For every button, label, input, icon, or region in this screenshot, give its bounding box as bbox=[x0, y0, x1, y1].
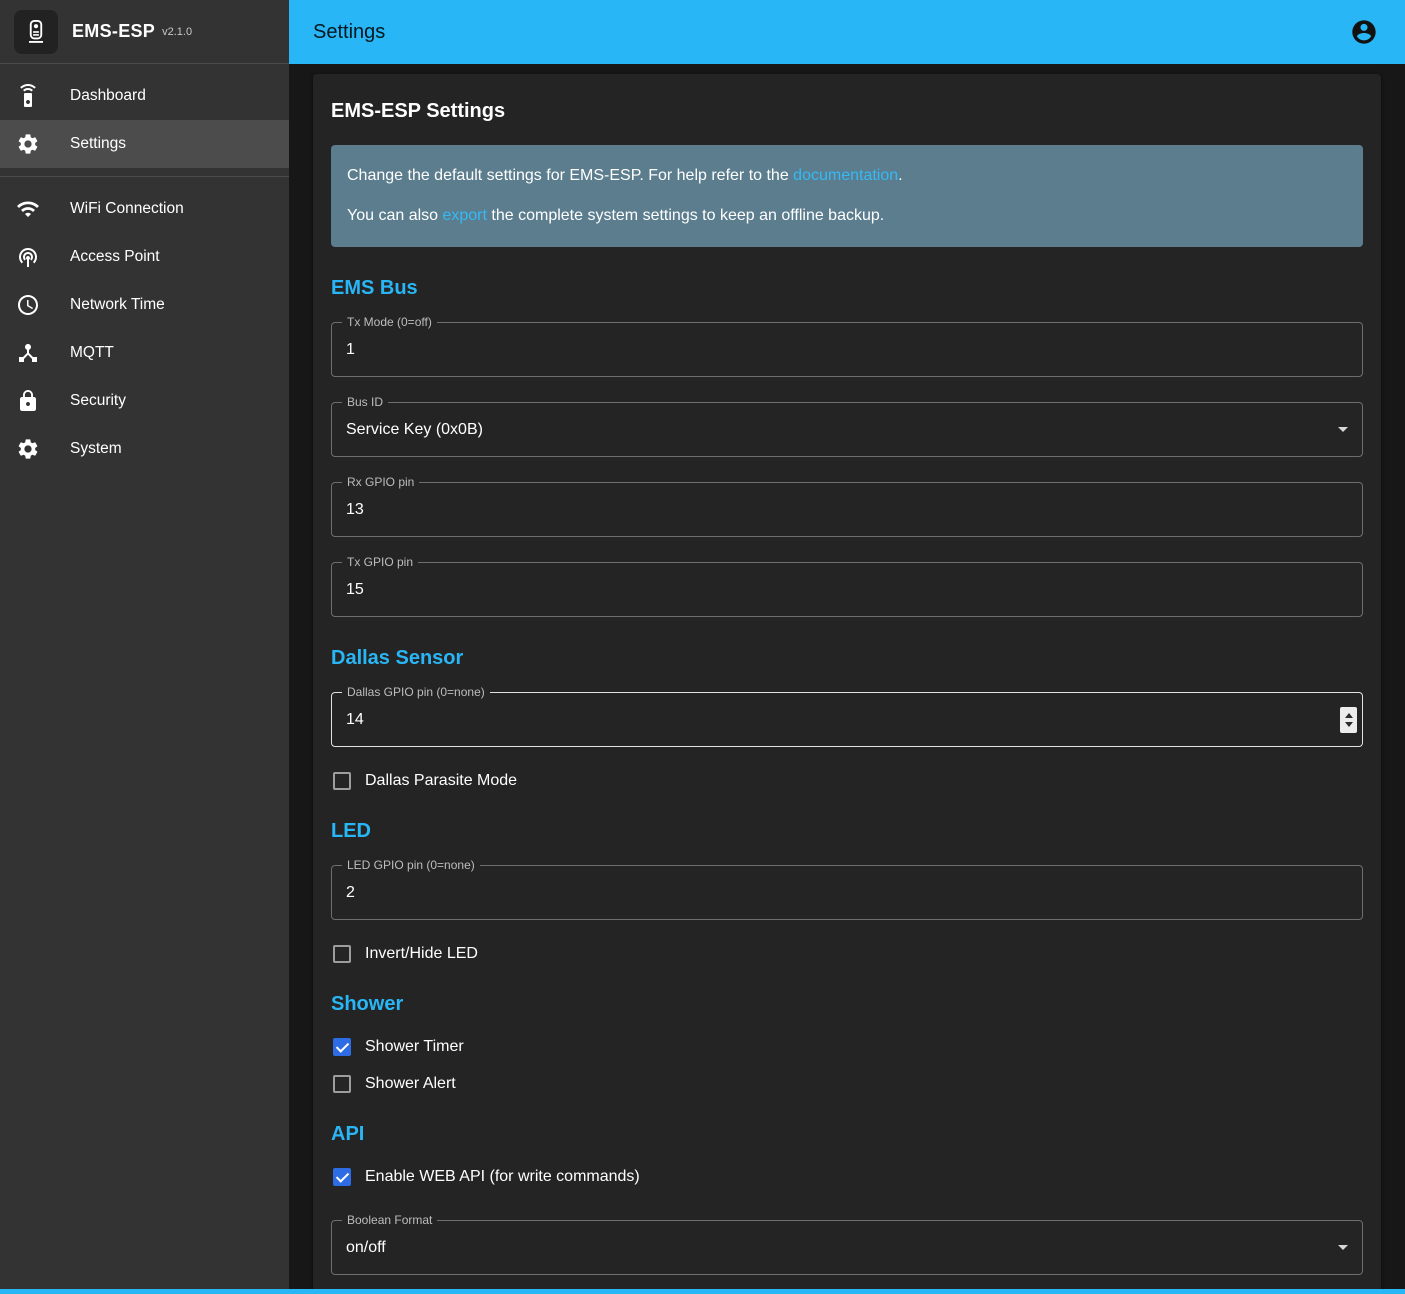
sidebar-item-label: WiFi Connection bbox=[70, 200, 184, 218]
tx-gpio-input[interactable] bbox=[332, 563, 1362, 616]
sidebar-item-mqtt[interactable]: MQTT bbox=[0, 329, 289, 377]
sidebar-item-label: Security bbox=[70, 392, 126, 410]
clock-icon bbox=[16, 293, 40, 317]
sidebar-nav: Dashboard Settings WiFi Connection A bbox=[0, 64, 289, 481]
card-title: EMS-ESP Settings bbox=[331, 100, 1363, 123]
dallas-gpio-input[interactable] bbox=[332, 693, 1362, 746]
export-link[interactable]: export bbox=[442, 207, 486, 224]
field-label: Bus ID bbox=[342, 395, 388, 409]
field-label: LED GPIO pin (0=none) bbox=[342, 858, 480, 872]
invert-led-row: Invert/Hide LED bbox=[331, 945, 1363, 963]
wifi-tethering-icon bbox=[16, 245, 40, 269]
sidebar-item-system[interactable]: System bbox=[0, 425, 289, 473]
info-line-1: Change the default settings for EMS-ESP.… bbox=[347, 164, 1347, 188]
account-circle-icon bbox=[1350, 18, 1378, 46]
dallas-gpio-field: Dallas GPIO pin (0=none) bbox=[331, 692, 1363, 747]
content-column: Settings EMS-ESP Settings Change the def… bbox=[289, 0, 1405, 1294]
info-text: . bbox=[898, 167, 902, 184]
rx-gpio-input[interactable] bbox=[332, 483, 1362, 536]
info-text: Change the default settings for EMS-ESP.… bbox=[347, 167, 793, 184]
sidebar-item-network-time[interactable]: Network Time bbox=[0, 281, 289, 329]
main-content: EMS-ESP Settings Change the default sett… bbox=[289, 64, 1405, 1294]
checkbox-label[interactable]: Shower Alert bbox=[365, 1075, 456, 1093]
boolean-format-select[interactable]: Boolean Format on/off bbox=[331, 1220, 1363, 1275]
remote-device-icon bbox=[16, 84, 40, 108]
stepper-down-icon[interactable] bbox=[1345, 722, 1353, 727]
section-heading-ems-bus: EMS Bus bbox=[331, 277, 1363, 300]
enable-web-api-row: Enable WEB API (for write commands) bbox=[331, 1168, 1363, 1186]
info-text: You can also bbox=[347, 207, 442, 224]
checkbox-label[interactable]: Invert/Hide LED bbox=[365, 945, 478, 963]
sidebar-item-label: Network Time bbox=[70, 296, 165, 314]
device-hub-icon bbox=[16, 341, 40, 365]
tx-mode-field: Tx Mode (0=off) bbox=[331, 322, 1363, 377]
documentation-link[interactable]: documentation bbox=[793, 167, 898, 184]
checkbox-label[interactable]: Enable WEB API (for write commands) bbox=[365, 1168, 640, 1186]
shower-alert-row: Shower Alert bbox=[331, 1075, 1363, 1093]
gear-icon bbox=[16, 132, 40, 156]
sidebar-item-label: Dashboard bbox=[70, 87, 146, 105]
bottom-accent-strip bbox=[0, 1289, 1405, 1294]
dallas-parasite-row: Dallas Parasite Mode bbox=[331, 772, 1363, 790]
sidebar-item-label: System bbox=[70, 440, 122, 458]
enable-web-api-checkbox[interactable] bbox=[333, 1168, 351, 1186]
app-logo bbox=[14, 10, 58, 54]
field-label: Tx Mode (0=off) bbox=[342, 315, 437, 329]
checkbox-label[interactable]: Shower Timer bbox=[365, 1038, 464, 1056]
field-label: Dallas GPIO pin (0=none) bbox=[342, 685, 490, 699]
settings-card: EMS-ESP Settings Change the default sett… bbox=[313, 74, 1381, 1294]
tx-gpio-field: Tx GPIO pin bbox=[331, 562, 1363, 617]
bus-id-selected-value: Service Key (0x0B) bbox=[332, 421, 1338, 439]
info-banner: Change the default settings for EMS-ESP.… bbox=[331, 145, 1363, 247]
shower-timer-checkbox[interactable] bbox=[333, 1038, 351, 1056]
page-title: Settings bbox=[313, 21, 385, 44]
sidebar-item-settings[interactable]: Settings bbox=[0, 120, 289, 168]
info-text: the complete system settings to keep an … bbox=[487, 207, 884, 224]
sidebar-item-security[interactable]: Security bbox=[0, 377, 289, 425]
sidebar-item-label: Settings bbox=[70, 135, 126, 153]
shower-alert-checkbox[interactable] bbox=[333, 1075, 351, 1093]
number-stepper[interactable] bbox=[1340, 707, 1357, 733]
section-heading-dallas-sensor: Dallas Sensor bbox=[331, 647, 1363, 670]
app-version: v2.1.0 bbox=[162, 26, 192, 38]
chevron-down-icon bbox=[1338, 1245, 1348, 1250]
sidebar-item-wifi-connection[interactable]: WiFi Connection bbox=[0, 185, 289, 233]
app-root: EMS-ESP v2.1.0 Dashboard Settings bbox=[0, 0, 1405, 1294]
section-heading-shower: Shower bbox=[331, 993, 1363, 1016]
ems-esp-logo-icon bbox=[22, 18, 50, 46]
lock-icon bbox=[16, 389, 40, 413]
sidebar: EMS-ESP v2.1.0 Dashboard Settings bbox=[0, 0, 289, 1294]
section-heading-led: LED bbox=[331, 820, 1363, 843]
bus-id-select[interactable]: Bus ID Service Key (0x0B) bbox=[331, 402, 1363, 457]
checkbox-label[interactable]: Dallas Parasite Mode bbox=[365, 772, 517, 790]
field-label: Boolean Format bbox=[342, 1213, 437, 1227]
led-gpio-input[interactable] bbox=[332, 866, 1362, 919]
led-gpio-field: LED GPIO pin (0=none) bbox=[331, 865, 1363, 920]
rx-gpio-field: Rx GPIO pin bbox=[331, 482, 1363, 537]
shower-timer-row: Shower Timer bbox=[331, 1038, 1363, 1056]
sidebar-item-label: MQTT bbox=[70, 344, 114, 362]
boolean-format-selected-value: on/off bbox=[332, 1239, 1338, 1257]
chevron-down-icon bbox=[1338, 427, 1348, 432]
section-heading-api: API bbox=[331, 1123, 1363, 1146]
account-button[interactable] bbox=[1349, 17, 1379, 47]
app-bar: Settings bbox=[289, 0, 1405, 64]
sidebar-item-access-point[interactable]: Access Point bbox=[0, 233, 289, 281]
field-label: Rx GPIO pin bbox=[342, 475, 419, 489]
wifi-icon bbox=[16, 197, 40, 221]
sidebar-divider bbox=[0, 176, 289, 177]
sidebar-item-dashboard[interactable]: Dashboard bbox=[0, 72, 289, 120]
sidebar-header: EMS-ESP v2.1.0 bbox=[0, 0, 289, 64]
info-line-2: You can also export the complete system … bbox=[347, 204, 1347, 228]
invert-led-checkbox[interactable] bbox=[333, 945, 351, 963]
dallas-parasite-checkbox[interactable] bbox=[333, 772, 351, 790]
app-name: EMS-ESP bbox=[72, 21, 155, 42]
stepper-up-icon[interactable] bbox=[1345, 713, 1353, 718]
sidebar-item-label: Access Point bbox=[70, 248, 160, 266]
gear-icon bbox=[16, 437, 40, 461]
tx-mode-input[interactable] bbox=[332, 323, 1362, 376]
field-label: Tx GPIO pin bbox=[342, 555, 418, 569]
